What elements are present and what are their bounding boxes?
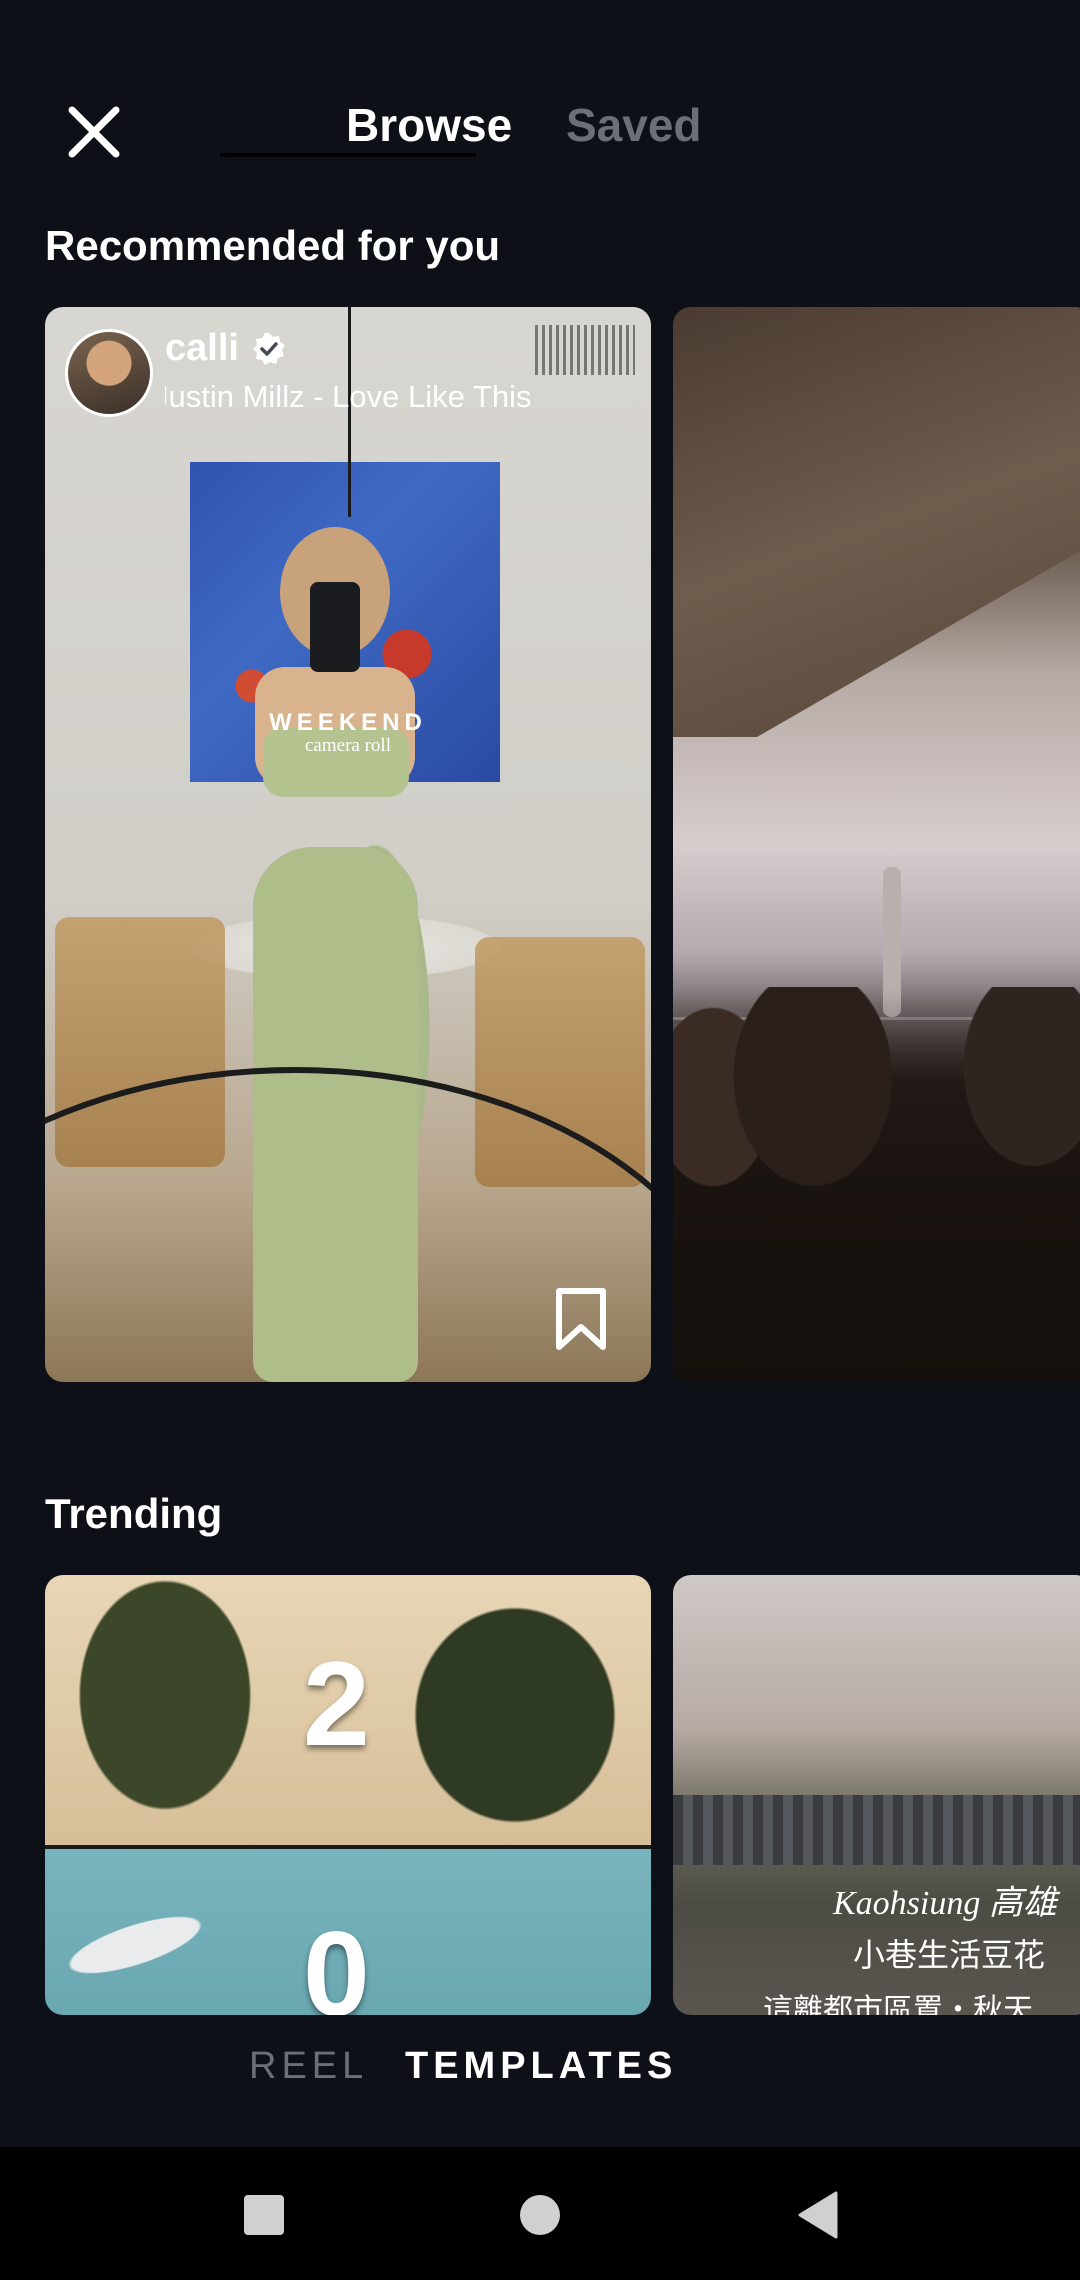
mode-reel[interactable]: REEL bbox=[249, 2045, 368, 2088]
bookmark-icon bbox=[556, 1288, 606, 1350]
overlay-caption: Kaohsiung 高雄 bbox=[833, 1885, 1057, 1922]
card-user: calli bbox=[165, 327, 287, 370]
recommended-template-card[interactable]: calli Justin Millz - Love Like This WEEK… bbox=[45, 307, 651, 1382]
close-button[interactable] bbox=[58, 96, 130, 168]
username[interactable]: calli bbox=[165, 327, 239, 370]
tab-browse[interactable]: Browse bbox=[346, 98, 512, 152]
awning bbox=[673, 307, 1080, 737]
recents-button[interactable] bbox=[234, 2190, 294, 2240]
barcode-sticker bbox=[535, 325, 635, 375]
overlay-subtitle: camera roll bbox=[305, 735, 391, 756]
tab-underline bbox=[220, 153, 476, 157]
trending-template-card[interactable]: Kaohsiung 高雄 小巷生活豆花 這離都市區置・秋天 bbox=[673, 1575, 1080, 2015]
section-title-recommended: Recommended for you bbox=[45, 222, 501, 269]
recents-square-icon bbox=[244, 2195, 284, 2235]
overlay-number: 2 bbox=[303, 1637, 370, 1771]
save-template-button[interactable] bbox=[553, 1287, 609, 1351]
diners bbox=[673, 987, 1080, 1382]
section-title-trending: Trending bbox=[45, 1490, 223, 1537]
phone bbox=[310, 582, 360, 672]
back-triangle-icon bbox=[798, 2191, 838, 2239]
mode-templates[interactable]: TEMPLATES bbox=[405, 2045, 677, 2088]
avatar[interactable] bbox=[65, 329, 153, 417]
overlay-caption: 小巷生活豆花 bbox=[853, 1937, 1046, 1973]
tiled-roof bbox=[673, 1795, 1080, 1865]
home-button[interactable] bbox=[510, 2190, 570, 2240]
overlay-caption: 這離都市區置・秋天 bbox=[763, 1994, 1033, 2015]
close-icon bbox=[68, 106, 120, 158]
card-header bbox=[65, 329, 153, 417]
song-text: Justin Millz - Love Like This bbox=[165, 379, 532, 414]
overlay-number: 0 bbox=[303, 1907, 370, 2015]
trending-template-card[interactable]: 2 0 bbox=[45, 1575, 651, 2015]
recommended-template-card[interactable] bbox=[673, 307, 1080, 1382]
verified-badge-icon bbox=[252, 332, 285, 365]
tab-saved[interactable]: Saved bbox=[566, 98, 702, 152]
overlay-title: WEEKEND bbox=[269, 709, 427, 736]
song-title[interactable]: Justin Millz - Love Like This bbox=[165, 379, 545, 415]
back-button[interactable] bbox=[788, 2190, 848, 2240]
reels-templates-browser: Browse Saved Recommended for you calli J… bbox=[0, 0, 1080, 2280]
home-circle-icon bbox=[520, 2195, 560, 2235]
